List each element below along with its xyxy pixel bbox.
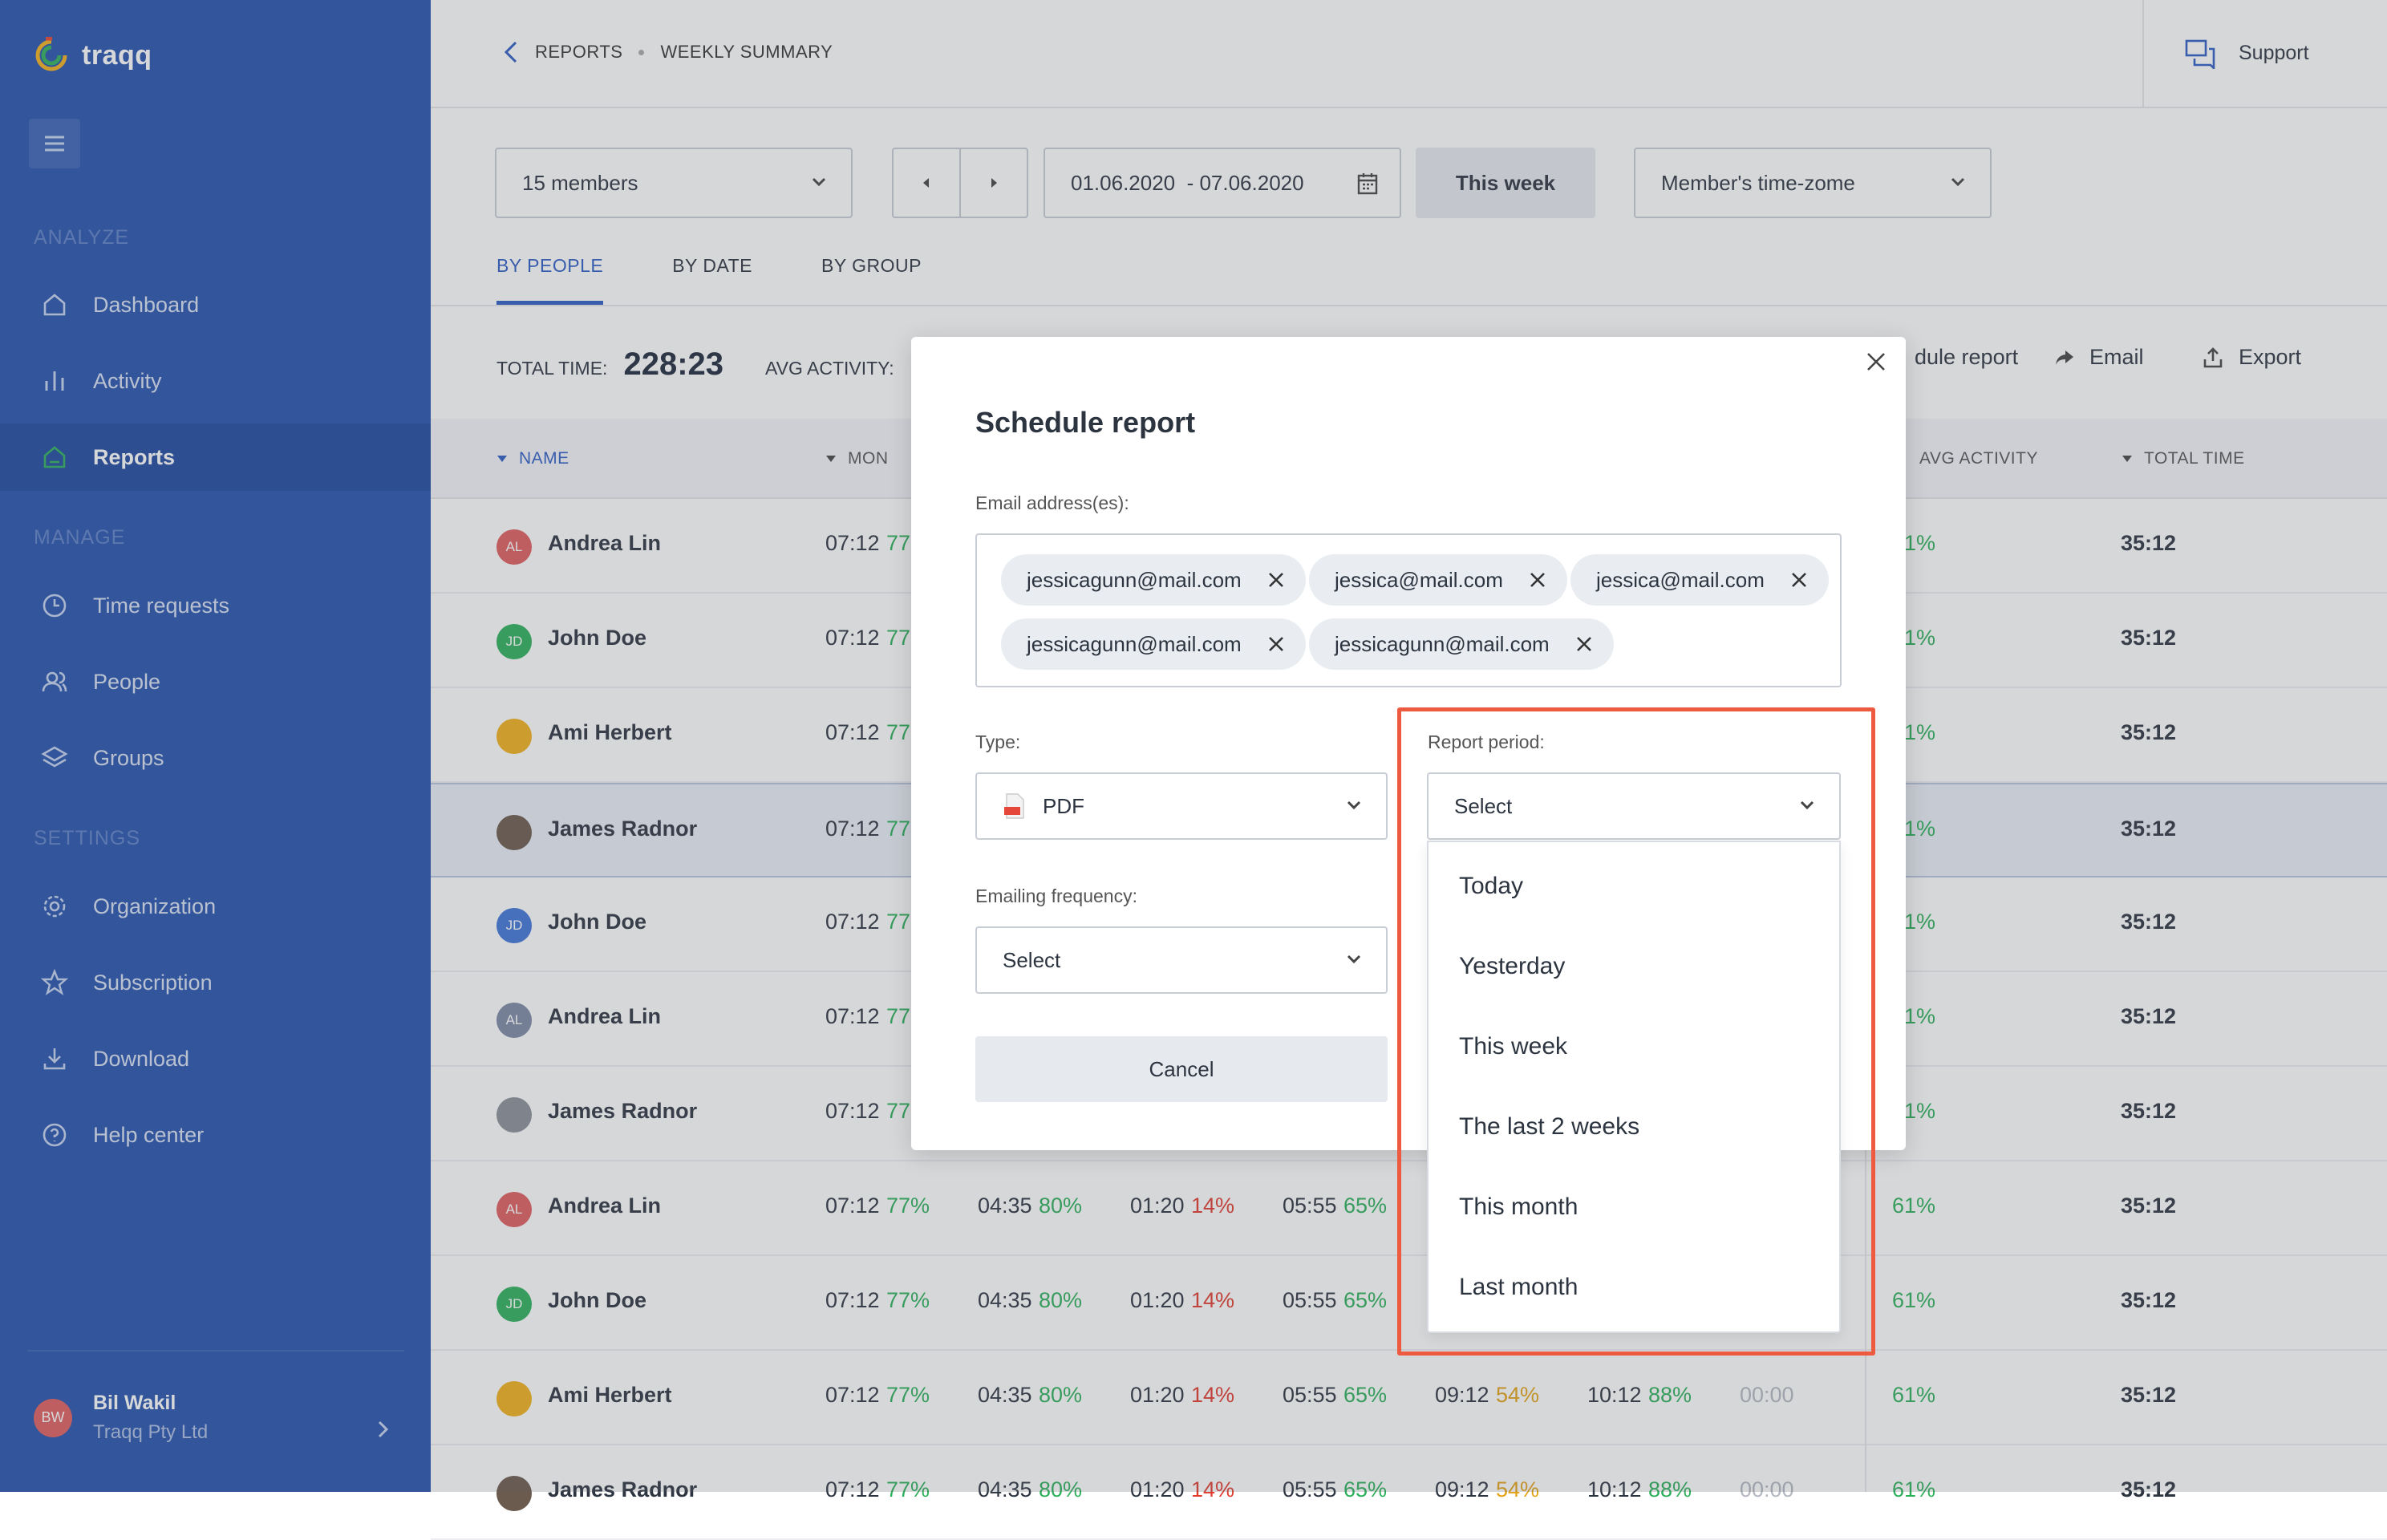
email-chip: jessicagunn@mail.com — [1309, 618, 1614, 670]
period-option-this-week[interactable]: This week — [1459, 1033, 1567, 1060]
period-option-last-2-weeks[interactable]: The last 2 weeks — [1459, 1113, 1639, 1141]
chevron-down-icon — [1800, 800, 1814, 810]
chevron-down-icon — [1347, 800, 1361, 810]
email-chip: jessica@mail.com — [1309, 554, 1567, 606]
remove-email-icon[interactable] — [1529, 571, 1546, 589]
email-chip-text: jessicagunn@mail.com — [1335, 631, 1550, 656]
period-option-this-month[interactable]: This month — [1459, 1194, 1578, 1221]
report-period-select[interactable]: Select — [1427, 772, 1841, 840]
report-period-value: Select — [1454, 793, 1513, 818]
frequency-label: Emailing frequency: — [975, 886, 1137, 906]
email-chip-text: jessica@mail.com — [1596, 567, 1765, 592]
report-period-label: Report period: — [1428, 732, 1545, 752]
period-option-last-month[interactable]: Last month — [1459, 1274, 1578, 1301]
email-chip-text: jessicagunn@mail.com — [1027, 631, 1242, 656]
chevron-down-icon — [1347, 954, 1361, 964]
pdf-file-icon — [1004, 793, 1024, 819]
frequency-select[interactable]: Select — [975, 926, 1388, 994]
email-input[interactable]: jessicagunn@mail.com jessica@mail.com je… — [975, 533, 1842, 687]
remove-email-icon[interactable] — [1575, 635, 1593, 653]
remove-email-icon[interactable] — [1267, 635, 1285, 653]
modal-title: Schedule report — [975, 406, 1196, 439]
frequency-select-value: Select — [1003, 947, 1061, 972]
period-option-yesterday[interactable]: Yesterday — [1459, 953, 1565, 980]
type-select-value: PDF — [1043, 793, 1084, 818]
email-chip-text: jessica@mail.com — [1335, 567, 1503, 592]
email-chip: jessicagunn@mail.com — [1001, 618, 1306, 670]
close-icon[interactable] — [1864, 350, 1888, 374]
email-chip: jessicagunn@mail.com — [1001, 554, 1306, 606]
email-chip: jessica@mail.com — [1570, 554, 1829, 606]
type-select[interactable]: PDF — [975, 772, 1388, 840]
email-chip-text: jessicagunn@mail.com — [1027, 567, 1242, 592]
email-label: Email address(es): — [975, 492, 1129, 513]
period-option-today[interactable]: Today — [1459, 873, 1523, 900]
report-period-dropdown: Today Yesterday This week The last 2 wee… — [1427, 841, 1841, 1333]
type-label: Type: — [975, 732, 1021, 752]
remove-email-icon[interactable] — [1790, 571, 1808, 589]
cancel-button[interactable]: Cancel — [975, 1036, 1388, 1102]
remove-email-icon[interactable] — [1267, 571, 1285, 589]
